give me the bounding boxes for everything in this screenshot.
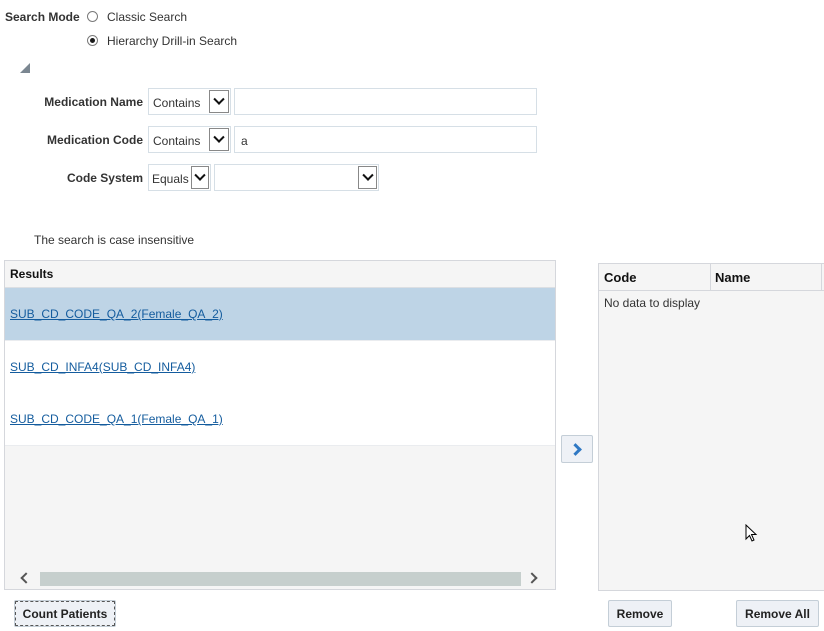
count-patients-button[interactable]: Count Patients (14, 600, 116, 627)
chevron-down-icon[interactable] (209, 128, 229, 151)
result-link[interactable]: SUB_CD_INFA4(SUB_CD_INFA4) (10, 360, 195, 374)
remove-button[interactable]: Remove (608, 600, 672, 627)
hierarchy-search-label[interactable]: Hierarchy Drill-in Search (107, 34, 237, 48)
results-header-label: Results (10, 267, 54, 281)
medication-code-label: Medication Code (46, 133, 143, 147)
chevron-down-icon[interactable] (209, 90, 229, 113)
horizontal-scrollbar-thumb[interactable] (40, 572, 521, 586)
case-insensitive-note: The search is case insensitive (34, 233, 195, 247)
selected-table-panel: Code Name No data to display (598, 263, 824, 591)
move-right-button[interactable] (561, 435, 593, 463)
result-row[interactable]: SUB_CD_INFA4(SUB_CD_INFA4) (5, 341, 555, 394)
result-link[interactable]: SUB_CD_CODE_QA_1(Female_QA_1) (10, 412, 223, 426)
classic-search-label[interactable]: Classic Search (107, 10, 187, 24)
code-system-select[interactable] (214, 164, 379, 191)
results-panel: Results SUB_CD_CODE_QA_2(Female_QA_2) SU… (4, 260, 556, 590)
column-header-code-label: Code (604, 270, 637, 285)
result-link[interactable]: SUB_CD_CODE_QA_2(Female_QA_2) (10, 307, 223, 321)
medication-name-input[interactable] (234, 88, 537, 115)
chevron-down-icon[interactable] (191, 166, 209, 189)
hierarchy-search-radio[interactable] (87, 35, 98, 46)
medication-code-operator-value: Contains (153, 134, 201, 148)
medication-code-value: a (241, 134, 248, 148)
empty-table-message: No data to display (604, 296, 701, 310)
chevron-down-icon[interactable] (358, 166, 377, 189)
column-header-name-label: Name (715, 270, 751, 285)
scroll-left-icon[interactable] (20, 572, 32, 584)
code-system-operator-select[interactable]: Equals (148, 164, 211, 191)
results-header: Results (5, 261, 555, 288)
code-system-operator-value: Equals (152, 172, 189, 186)
column-header-code[interactable]: Code (599, 264, 711, 291)
search-mode-label: Search Mode (5, 10, 80, 24)
mouse-cursor-icon (745, 524, 758, 542)
remove-all-button[interactable]: Remove All (736, 600, 819, 627)
code-system-label: Code System (66, 171, 143, 185)
medication-code-input[interactable]: a (234, 126, 537, 153)
chevron-right-icon (569, 442, 582, 456)
medication-name-operator-select[interactable]: Contains (148, 88, 231, 115)
result-row[interactable]: SUB_CD_CODE_QA_2(Female_QA_2) (5, 288, 555, 341)
classic-search-radio[interactable] (87, 11, 98, 22)
scroll-right-icon[interactable] (526, 572, 538, 584)
medication-name-label: Medication Name (44, 95, 143, 109)
disclosure-triangle-icon[interactable] (20, 63, 30, 73)
medication-code-operator-select[interactable]: Contains (148, 126, 231, 153)
medication-name-operator-value: Contains (153, 96, 201, 110)
result-row[interactable]: SUB_CD_CODE_QA_1(Female_QA_1) (5, 393, 555, 446)
column-header-name[interactable]: Name (711, 264, 822, 291)
